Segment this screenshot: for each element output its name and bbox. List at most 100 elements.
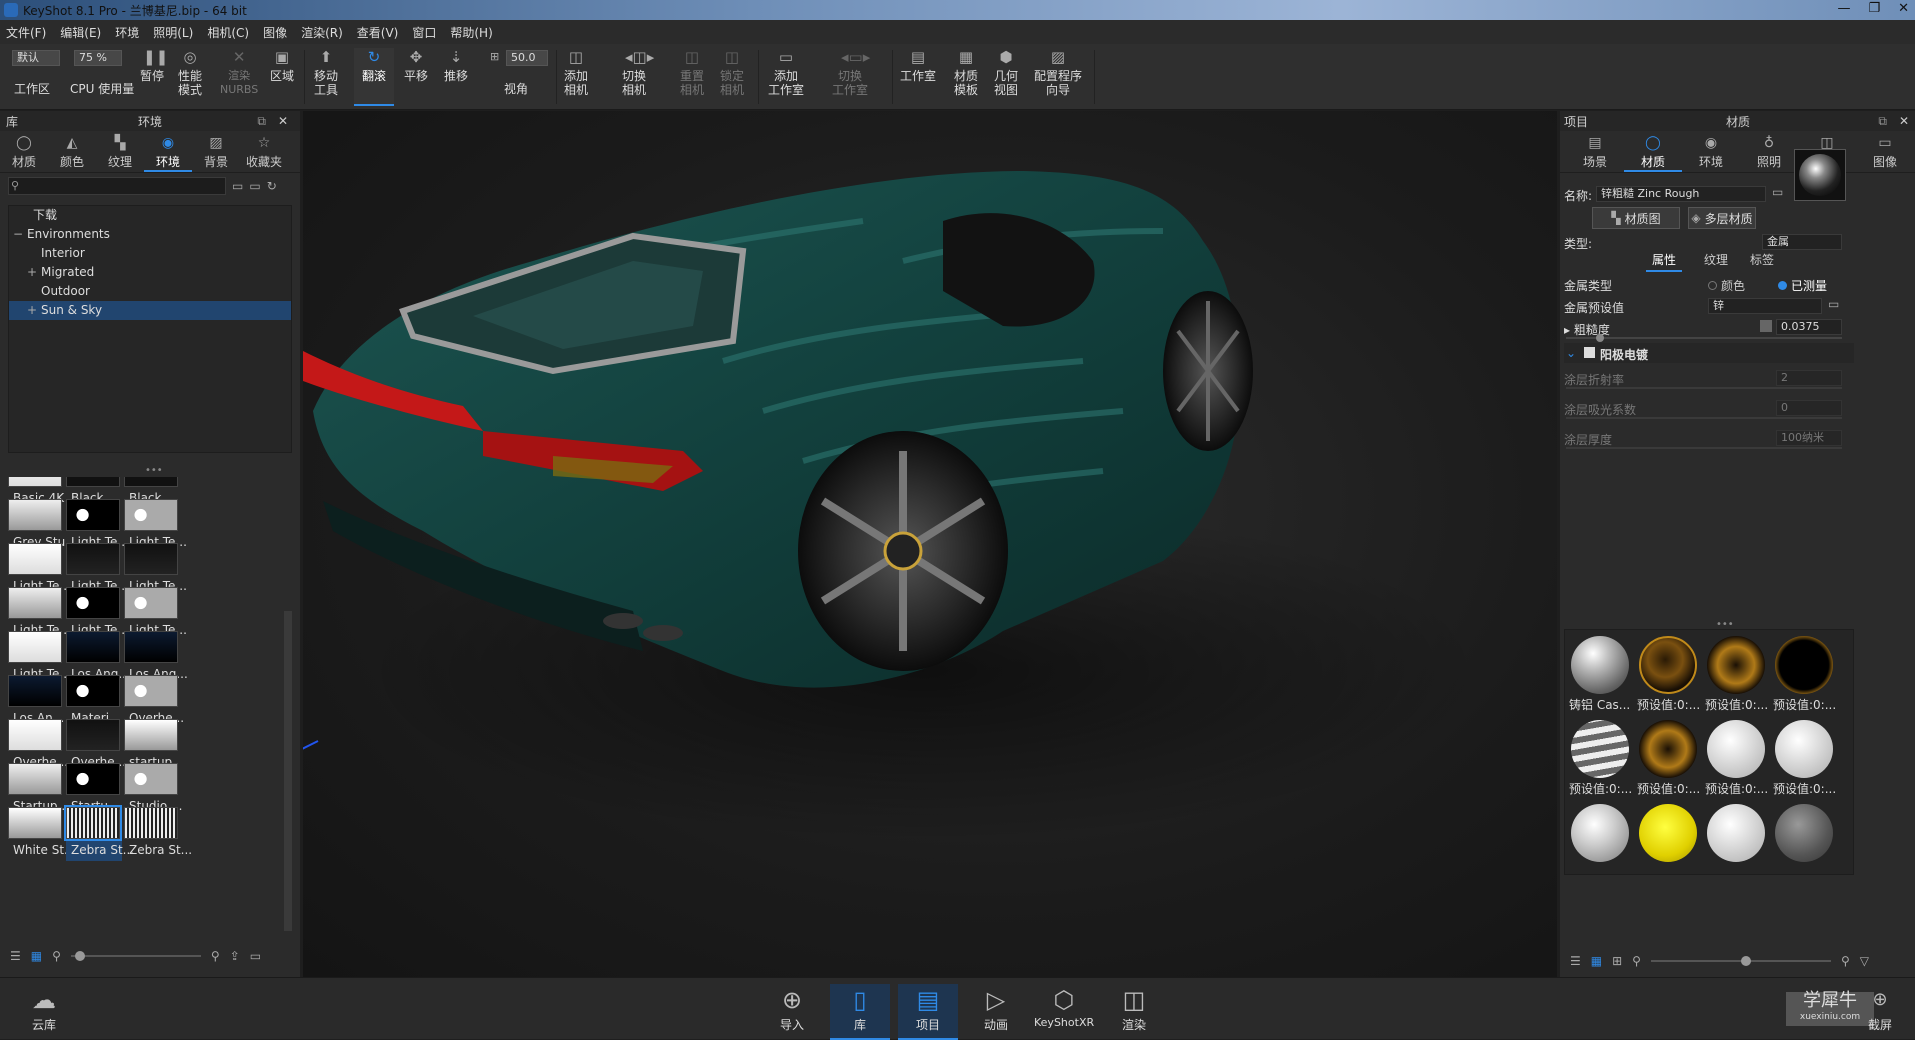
- tab-lighting[interactable]: ♁ 照明: [1740, 131, 1798, 172]
- project-button[interactable]: ▤ 项目: [898, 984, 958, 1040]
- tree-item-downloads[interactable]: 下载: [9, 206, 291, 225]
- add-camera-button[interactable]: ◫ 添加 相机: [564, 48, 588, 97]
- add-folder-icon[interactable]: ▭: [249, 179, 260, 193]
- swatch-ball[interactable]: [1707, 804, 1765, 862]
- menu-file[interactable]: 文件(F): [6, 24, 46, 41]
- tumble-button[interactable]: ↻ 翻滚: [354, 48, 394, 106]
- swatch-ball[interactable]: [1571, 804, 1629, 862]
- configurator-wizard-button[interactable]: ▨ 配置程序 向导: [1034, 48, 1082, 97]
- reset-camera-button[interactable]: ◫ 重置 相机: [680, 48, 704, 97]
- tab-environments[interactable]: ◉ 环境: [144, 131, 192, 172]
- menu-camera[interactable]: 相机(C): [207, 24, 249, 41]
- coat-absorb-field[interactable]: 0: [1776, 400, 1842, 416]
- float-panel-icon[interactable]: ⧉: [1878, 114, 1887, 129]
- swatch-ball[interactable]: [1775, 804, 1833, 862]
- performance-mode-button[interactable]: ◎ 性能 模式: [178, 48, 202, 97]
- multi-material-button[interactable]: ◈ 多层材质: [1688, 207, 1756, 229]
- render-viewport[interactable]: [303, 111, 1557, 977]
- material-type-select[interactable]: 金属: [1762, 234, 1842, 250]
- region-button[interactable]: ▣ 区域: [270, 48, 294, 83]
- tree-view-icon[interactable]: ⊞: [1612, 954, 1622, 968]
- keyshotxr-button[interactable]: ⬡ KeyShotXR: [1034, 984, 1094, 1029]
- environment-thumbnail[interactable]: Zebra St...: [64, 805, 134, 861]
- roughness-slider-knob[interactable]: [1596, 334, 1604, 342]
- coat-absorb-slider[interactable]: [1566, 417, 1842, 419]
- menu-environment[interactable]: 环境: [115, 24, 139, 41]
- expand-icon[interactable]: +: [27, 301, 41, 320]
- radio-measured[interactable]: 已测量: [1778, 277, 1827, 294]
- switch-studio-button[interactable]: ◂▭▸ 切换 工作室: [832, 48, 870, 97]
- cpu-usage-button[interactable]: CPU 使用量: [70, 82, 134, 96]
- zoom-large-icon[interactable]: ⚲: [1841, 954, 1850, 968]
- swatch-ball[interactable]: [1707, 720, 1765, 778]
- expand-icon[interactable]: +: [27, 263, 41, 282]
- metal-preset-select[interactable]: 锌: [1708, 298, 1822, 314]
- perspective-button[interactable]: 视角: [504, 82, 528, 96]
- swatch-size-slider[interactable]: [1650, 956, 1831, 966]
- swatch-ball[interactable]: [1707, 636, 1765, 694]
- tab-environment[interactable]: ◉ 环境: [1682, 131, 1740, 172]
- folder-open-icon[interactable]: ▭: [232, 179, 243, 193]
- close-panel-icon[interactable]: ✕: [1899, 114, 1909, 128]
- folder-icon[interactable]: ▭: [1828, 297, 1839, 311]
- cpu-usage-select[interactable]: 75 %: [74, 50, 122, 66]
- workspace-select[interactable]: 默认: [12, 50, 60, 66]
- close-panel-icon[interactable]: ✕: [278, 114, 288, 128]
- list-view-icon[interactable]: ☰: [10, 949, 21, 963]
- restore-button[interactable]: ❐: [1868, 1, 1880, 16]
- swatch-ball[interactable]: [1571, 720, 1629, 778]
- render-button[interactable]: ◫ 渲染: [1104, 984, 1164, 1033]
- splitter-handle[interactable]: •••: [145, 465, 163, 476]
- collapse-arrow-icon[interactable]: ⌄: [1566, 346, 1576, 360]
- tab-backplates[interactable]: ▨ 背景: [192, 131, 240, 172]
- list-view-icon[interactable]: ☰: [1570, 954, 1581, 968]
- close-button[interactable]: ✕: [1898, 1, 1909, 16]
- library-button[interactable]: ▯ 库: [830, 984, 890, 1040]
- thumbnail-scrollbar[interactable]: [284, 611, 292, 931]
- tree-item-migrated[interactable]: + Migrated: [9, 263, 291, 282]
- subtab-properties[interactable]: 属性: [1646, 251, 1683, 272]
- thumbnail-size-slider[interactable]: [70, 951, 201, 961]
- switch-camera-button[interactable]: ◂◫▸ 切换 相机: [622, 48, 654, 97]
- cloud-library-button[interactable]: ☁ 云库: [14, 984, 74, 1033]
- swatch-ball[interactable]: [1571, 636, 1629, 694]
- folder-icon[interactable]: ▭: [250, 949, 261, 963]
- animation-button[interactable]: ▷ 动画: [966, 984, 1026, 1033]
- float-panel-icon[interactable]: ⧉: [257, 114, 266, 129]
- zoom-large-icon[interactable]: ⚲: [211, 949, 220, 963]
- zoom-small-icon[interactable]: ⚲: [52, 949, 61, 963]
- dolly-button[interactable]: ⇣ 推移: [444, 48, 468, 83]
- menu-view[interactable]: 查看(V): [357, 24, 399, 41]
- coat-thickness-field[interactable]: 100纳米: [1776, 430, 1842, 446]
- menu-render[interactable]: 渲染(R): [301, 24, 343, 41]
- tab-favorites[interactable]: ☆ 收藏夹: [240, 131, 288, 172]
- add-studio-button[interactable]: ▭ 添加 工作室: [768, 48, 804, 97]
- tab-material[interactable]: ◯ 材质: [1624, 131, 1682, 172]
- geometry-view-button[interactable]: ⬢ 几何 视图: [994, 48, 1018, 97]
- workspace-button[interactable]: 工作区: [14, 82, 50, 96]
- radio-color[interactable]: 颜色: [1708, 277, 1745, 294]
- tree-item-sun-sky[interactable]: + Sun & Sky: [9, 301, 291, 320]
- roughness-slider[interactable]: [1566, 337, 1842, 339]
- move-tool-button[interactable]: ⬆ 移动 工具: [314, 48, 338, 97]
- environment-thumbnail[interactable]: White St...: [8, 807, 75, 861]
- menu-window[interactable]: 窗口: [412, 24, 436, 41]
- coat-ior-slider[interactable]: [1566, 387, 1842, 389]
- tree-item-environments[interactable]: − Environments: [9, 225, 291, 244]
- library-search-input[interactable]: [8, 177, 226, 195]
- import-button[interactable]: ⊕ 导入: [762, 984, 822, 1033]
- fov-field[interactable]: 50.0: [506, 50, 548, 66]
- render-nurbs-button[interactable]: ✕ 渲染 NURBS: [220, 48, 258, 97]
- swatch-ball[interactable]: [1639, 804, 1697, 862]
- roughness-field[interactable]: 0.0375: [1776, 319, 1842, 335]
- lock-camera-button[interactable]: ◫ 锁定 相机: [720, 48, 744, 97]
- swatch-ball[interactable]: [1639, 636, 1697, 694]
- anodize-checkbox[interactable]: [1584, 347, 1595, 358]
- environment-thumbnail[interactable]: Zebra St...: [124, 807, 192, 861]
- tab-textures[interactable]: ▚ 纹理: [96, 131, 144, 172]
- upload-icon[interactable]: ⇪: [230, 949, 240, 963]
- swatch-ball[interactable]: [1775, 636, 1833, 694]
- tab-colors[interactable]: ◭ 颜色: [48, 131, 96, 172]
- swatch-ball[interactable]: [1775, 720, 1833, 778]
- tab-scene[interactable]: ▤ 场景: [1566, 131, 1624, 172]
